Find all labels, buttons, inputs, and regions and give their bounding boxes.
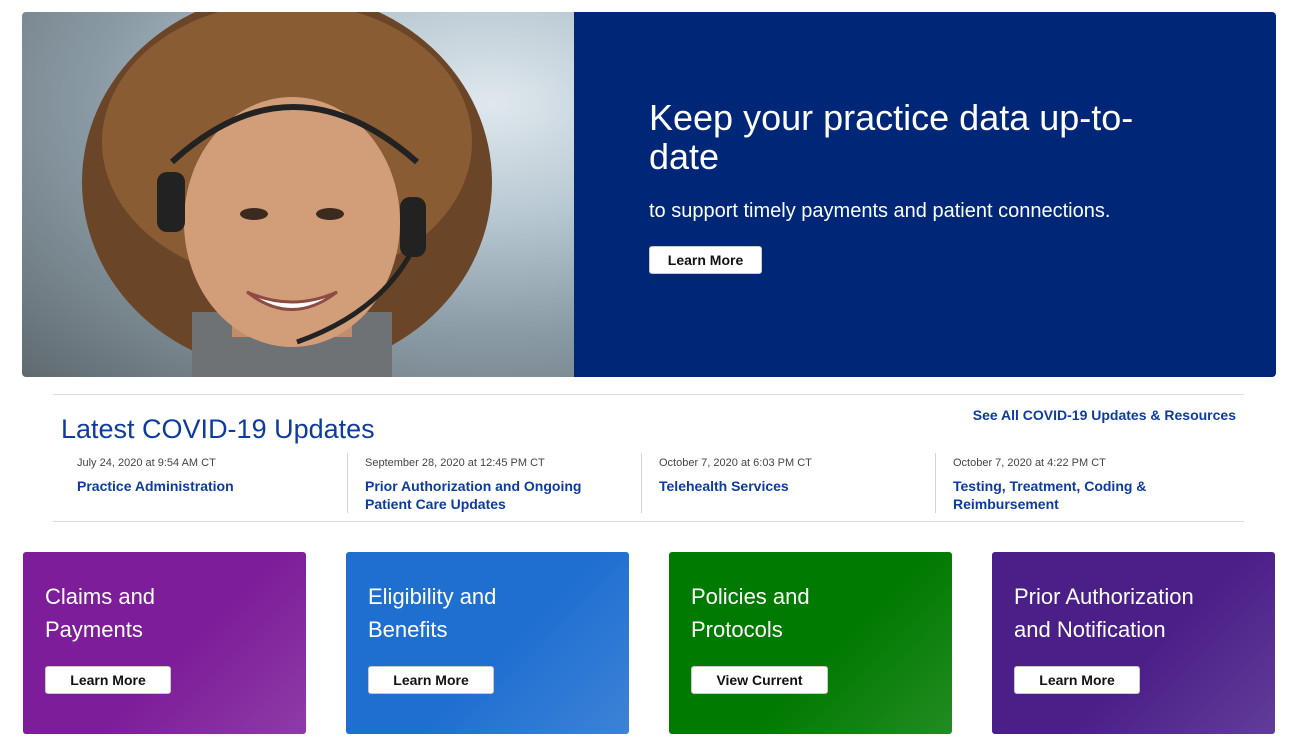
update-link[interactable]: Practice Administration [77,477,317,495]
covid-section-title: Latest COVID-19 Updates [61,414,375,444]
eligibility-benefits-card: Eligibility and Benefits Learn More [346,552,629,734]
hero-learn-more-button[interactable]: Learn More [649,246,762,274]
card-title: Claims and Payments [45,584,156,642]
covid-update-item: July 24, 2020 at 9:54 AM CT Practice Adm… [53,453,347,513]
eligibility-learn-more-button[interactable]: Learn More [368,666,494,694]
update-link[interactable]: Testing, Treatment, Coding & Reimburseme… [953,477,1193,513]
view-current-button[interactable]: View Current [691,666,828,694]
covid-update-list: July 24, 2020 at 9:54 AM CT Practice Adm… [53,453,1244,513]
policies-protocols-card: Policies and Protocols View Current [669,552,952,734]
covid-update-item: September 28, 2020 at 12:45 PM CT Prior … [347,453,641,513]
card-title: Eligibility and Benefits [368,584,497,642]
claims-learn-more-button[interactable]: Learn More [45,666,171,694]
hero-photo [22,12,574,377]
see-all-covid-link[interactable]: See All COVID-19 Updates & Resources [973,407,1236,423]
update-link[interactable]: Telehealth Services [659,477,899,495]
update-date: July 24, 2020 at 9:54 AM CT [77,457,216,469]
update-date: September 28, 2020 at 12:45 PM CT [365,457,545,469]
claims-payments-card: Claims and Payments Learn More [23,552,306,734]
covid-update-item: October 7, 2020 at 6:03 PM CT Telehealth… [641,453,935,513]
update-date: October 7, 2020 at 6:03 PM CT [659,457,812,469]
hero-banner: Keep your practice data up-to-date to su… [22,12,1276,377]
hero-subtitle: to support timely payments and patient c… [649,200,1111,222]
hero-panel: Keep your practice data up-to-date to su… [574,12,1276,377]
covid-update-item: October 7, 2020 at 4:22 PM CT Testing, T… [935,453,1229,513]
person-with-headset-image [82,12,492,377]
covid-updates-section: Latest COVID-19 Updates See All COVID-19… [53,394,1244,522]
update-date: October 7, 2020 at 4:22 PM CT [953,457,1106,469]
prior-auth-learn-more-button[interactable]: Learn More [1014,666,1140,694]
hero-title: Keep your practice data up-to-date [649,97,1134,177]
update-link[interactable]: Prior Authorization and Ongoing Patient … [365,477,605,513]
card-title: Policies and Protocols [691,584,810,642]
card-title: Prior Authorization and Notification [1014,584,1194,642]
prior-authorization-card: Prior Authorization and Notification Lea… [992,552,1275,734]
